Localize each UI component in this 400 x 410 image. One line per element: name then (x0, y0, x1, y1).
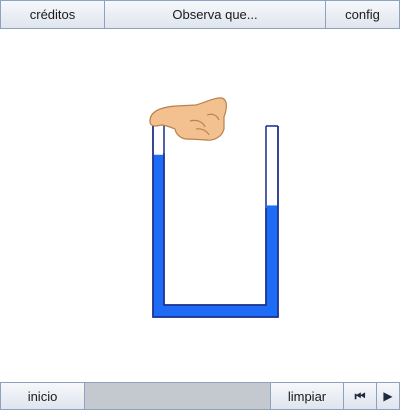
left-tube-water (153, 154, 164, 317)
app-window: créditos Observa que... config inicio li… (0, 0, 400, 410)
bottom-tube-water (153, 305, 278, 317)
clear-button[interactable]: limpiar (270, 382, 344, 410)
u-tube (152, 124, 279, 318)
right-tube-water (266, 205, 278, 317)
u-tube-scene (149, 97, 279, 318)
credits-button[interactable]: créditos (0, 0, 105, 29)
simulation-canvas (0, 29, 400, 381)
rewind-button[interactable]: ⏮ (344, 382, 377, 410)
play-icon: ▶ (383, 389, 393, 403)
tube-outline-front (152, 124, 279, 318)
bottom-toolbar: inicio limpiar ⏮ ▶ (0, 382, 400, 410)
rewind-icon: ⏮ (354, 388, 366, 403)
hand-finger-icon[interactable] (149, 97, 227, 141)
top-toolbar: créditos Observa que... config (0, 0, 400, 29)
title-button[interactable]: Observa que... (105, 0, 325, 29)
status-field (85, 382, 270, 410)
water (153, 154, 278, 317)
play-button[interactable]: ▶ (377, 382, 400, 410)
start-button[interactable]: inicio (0, 382, 85, 410)
config-button[interactable]: config (325, 0, 400, 29)
